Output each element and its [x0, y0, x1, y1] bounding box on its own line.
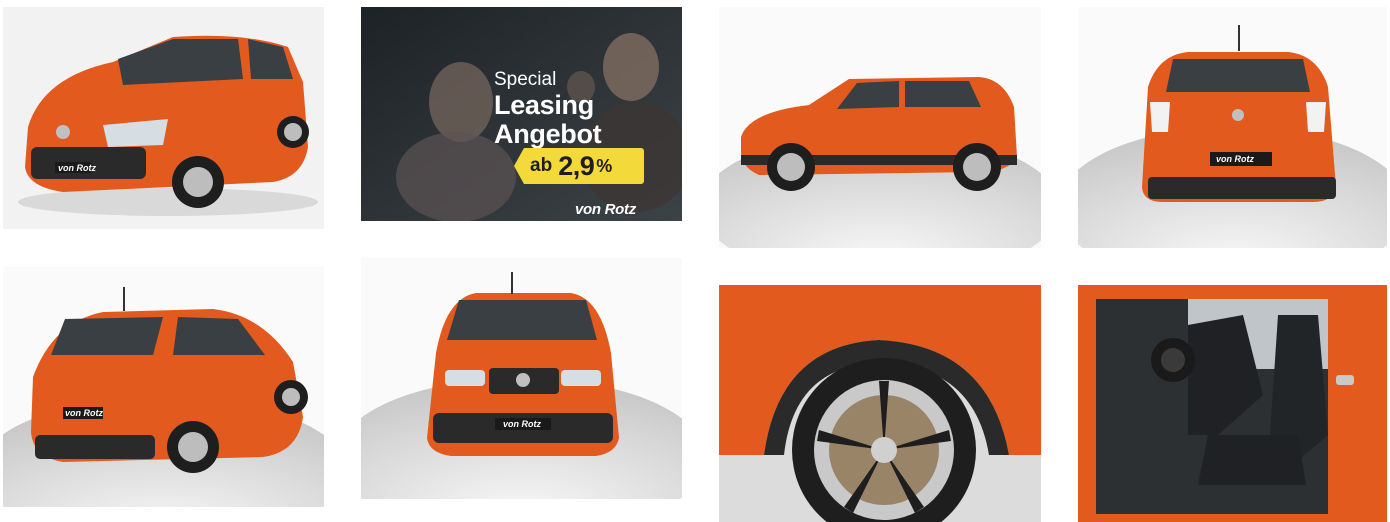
promo-leasing: Leasing [494, 90, 594, 120]
license-plate-text: von Rotz [65, 408, 103, 418]
promo-rate-badge: ab 2,9 % [514, 148, 644, 184]
gallery-photo-wheel-detail[interactable] [719, 285, 1041, 522]
promo-special: Special [494, 69, 557, 90]
promo-brand-logo: von Rotz [575, 201, 636, 218]
promo-headline: Special Leasing Angebot [494, 69, 602, 149]
gallery-photo-side-profile[interactable] [719, 7, 1041, 248]
gallery-photo-front[interactable]: von Rotz [361, 258, 682, 499]
promo-rate-unit: % [596, 155, 613, 176]
license-plate-text: von Rotz [1216, 154, 1254, 164]
promo-rate-value: 2,9 [558, 150, 595, 181]
license-plate-text: von Rotz [58, 163, 96, 173]
gallery-photo-front-three-quarter[interactable]: von Rotz [3, 7, 324, 229]
gallery-photo-rear-three-quarter[interactable]: von Rotz [3, 267, 324, 507]
gallery-photo-interior-front-seats[interactable] [1078, 285, 1387, 522]
promo-leasing-banner[interactable]: Special Leasing Angebot ab 2,9 % von Rot… [361, 7, 682, 221]
promo-angebot: Angebot [494, 119, 602, 149]
license-plate-text: von Rotz [503, 419, 541, 429]
photo-gallery: von Rotz Special Leasing Angebot ab 2,9 … [0, 0, 1390, 522]
promo-rate-prefix: ab [530, 155, 553, 176]
gallery-photo-rear[interactable]: von Rotz [1078, 7, 1387, 248]
